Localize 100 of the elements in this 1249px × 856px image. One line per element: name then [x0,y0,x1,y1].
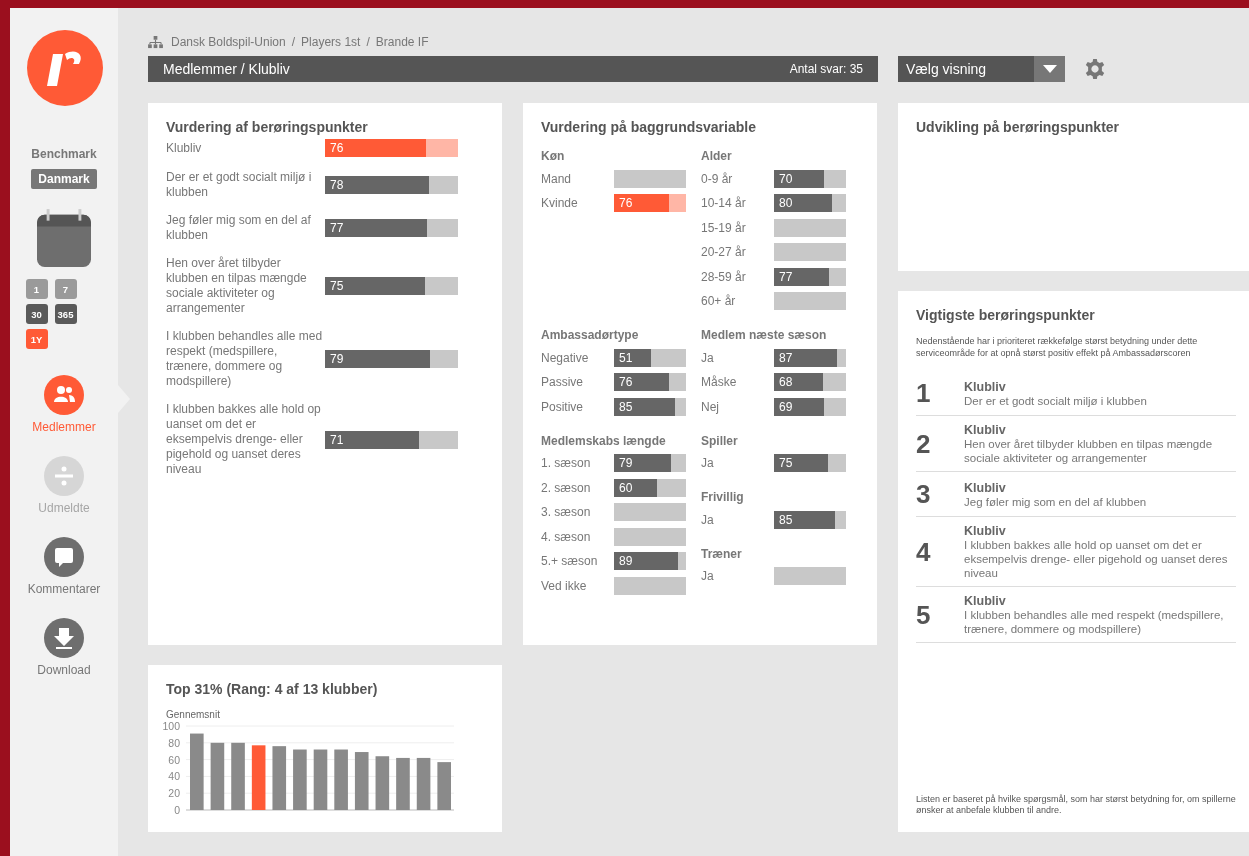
group-title: Træner [701,546,743,561]
score-fill: 76 [614,373,669,391]
touchpoint-text: Der er et godt socialt miljø i klubben [964,393,1147,408]
touchpoint-text: Hen over året tilbyder klubben en tilpas mængde sociale aktiviteter og arrangementer [964,437,1214,465]
period-button[interactable]: 365 [54,304,77,324]
tick-label: 0 [174,804,180,816]
group-title: Ambassadørtype [541,328,640,342]
card-title: Udvikling på berøringspunkter [916,119,1121,135]
score-fill: 51 [614,348,651,367]
rank-number: 3 [916,479,932,510]
score-fill: 79 [325,350,431,368]
touchpoint-label: I klubben bakkes alle hold op uanset om det er eksempelvis drenge- eller pigehold og uanset deres niveau [166,402,322,477]
breadcrumb-separator: / [366,35,370,49]
score-fill: 77 [325,219,428,237]
score-fill: 79 [614,454,671,472]
speech-bubble-icon [44,537,84,577]
variable-label: Ved ikke [541,578,588,593]
variable-label: 28-59 år [701,269,747,284]
breadcrumb-link[interactable]: Players 1st [301,35,361,49]
period-button[interactable]: 30 [25,304,48,324]
score-fill: 69 [774,397,824,416]
variable-label: Nej [701,399,720,414]
score-bar [774,567,846,585]
variable-label: Passive [541,375,585,389]
card-title: Vurdering af berøringspunkter [166,119,369,135]
tick-label: 60 [168,753,180,766]
group-title: Alder [701,149,733,163]
rank-number: 5 [916,599,932,631]
score-fill: 60 [614,478,658,497]
variable-label: 3. sæson [541,505,592,519]
tick-label: 20 [168,787,180,800]
variable-label: Ja [701,569,715,583]
tick-label: 80 [168,736,180,749]
variable-label: 2. sæson [541,480,592,495]
category-label: Klubliv [964,379,1007,394]
rank-number: 2 [916,428,932,460]
card-title: Vigtigste berøringspunkter [916,307,1096,323]
page-title: Medlemmer / Klubliv [163,61,290,77]
intro-text: Nedenstående har i prioriteret rækkefølge størst betydning under dette serviceområde for at opnå størst positiv effekt på Ambassadørscoren [916,335,1199,359]
breadcrumb-separator: / [291,35,296,49]
logo-icon[interactable] [27,30,103,106]
score-fill: 87 [774,348,837,367]
score-bar [614,576,686,595]
category-label: Klubliv [964,423,1007,437]
score-fill: 89 [614,552,679,570]
footnote-text: Listen er baseret på hvilke spørgsmål, som har størst betydning for, om spillerne ønsker at anbefale klubben til andre. [916,794,1236,816]
touchpoint-label: I klubben behandles alle med respekt (medspillere, trænere, dommere og modspillere) [166,329,324,389]
group-title: Frivillig [701,490,745,504]
group-title: Spiller [701,433,739,448]
touchpoint-label: Jeg føler mig som en del af klubben [166,213,312,243]
group-title: Medlemskabs længde [541,433,667,448]
variable-label: 5.+ sæson [541,554,599,568]
hierarchy-icon [148,35,163,49]
rank-number: 4 [916,536,932,568]
category-label: Klubliv [964,524,1007,538]
variable-label: 1. sæson [541,456,592,470]
score-fill: 68 [774,373,823,391]
axis-label: Gennemsnit [166,709,221,720]
group-title: Køn [541,149,566,163]
touchpoint-label: Klubliv [166,140,203,156]
variable-label: 0-9 år [701,171,734,186]
variable-label: Kvinde [541,196,579,210]
score-fill: 76 [614,194,669,212]
response-count: Antal svar: 35 [789,62,863,76]
variable-label: Ja [701,512,715,527]
category-label: Klubliv [964,594,1007,608]
variable-label: 10-14 år [701,196,747,210]
score-fill: 75 [325,277,425,295]
score-fill: 76 [325,139,427,157]
tick-label: 100 [162,720,180,732]
score-bar [774,292,846,310]
calendar-icon[interactable] [37,209,91,267]
score-fill: 75 [774,454,828,472]
touchpoint-text: I klubben behandles alle med respekt (medspillere, trænere, dommere og modspillere) [964,608,1225,636]
nav-item[interactable]: Download [10,618,118,677]
touchpoint-label: Hen over året tilbyder klubben en tilpas mængde sociale aktiviteter og arrangementer [166,256,308,316]
rank-number: 1 [916,378,932,409]
score-fill: 85 [774,510,836,529]
variable-label: Måske [701,375,738,389]
breadcrumb-link[interactable]: Brande IF [375,35,429,49]
nav-item[interactable]: Kommentarer [10,537,118,596]
touchpoint-text: I klubben bakkes alle hold op uanset om det er eksempelvis drenge- eller pigehold og uanset deres niveau [964,538,1229,580]
score-fill: 78 [325,176,429,194]
score-bar [614,503,686,521]
variable-label: Ja [701,350,715,365]
benchmark-badge[interactable]: Danmark [31,169,97,189]
breadcrumb-link[interactable]: Dansk Boldspil-Union [171,35,286,49]
score-bar [614,169,686,188]
score-fill: 80 [774,194,832,212]
touchpoint-text: Jeg føler mig som en del af klubben [964,494,1147,509]
period-button[interactable]: 1Y [25,329,48,349]
caret-icon [1042,65,1057,73]
variable-label: Negative [541,350,590,365]
settings-icon[interactable] [1084,58,1106,80]
group-title: Medlem næste sæson [701,328,828,342]
tick-label: 40 [168,770,180,783]
view-dropdown[interactable]: Vælg visning [898,56,1065,82]
variable-label: 15-19 år [701,220,747,235]
divide-icon [44,456,84,496]
download-icon [44,618,84,658]
